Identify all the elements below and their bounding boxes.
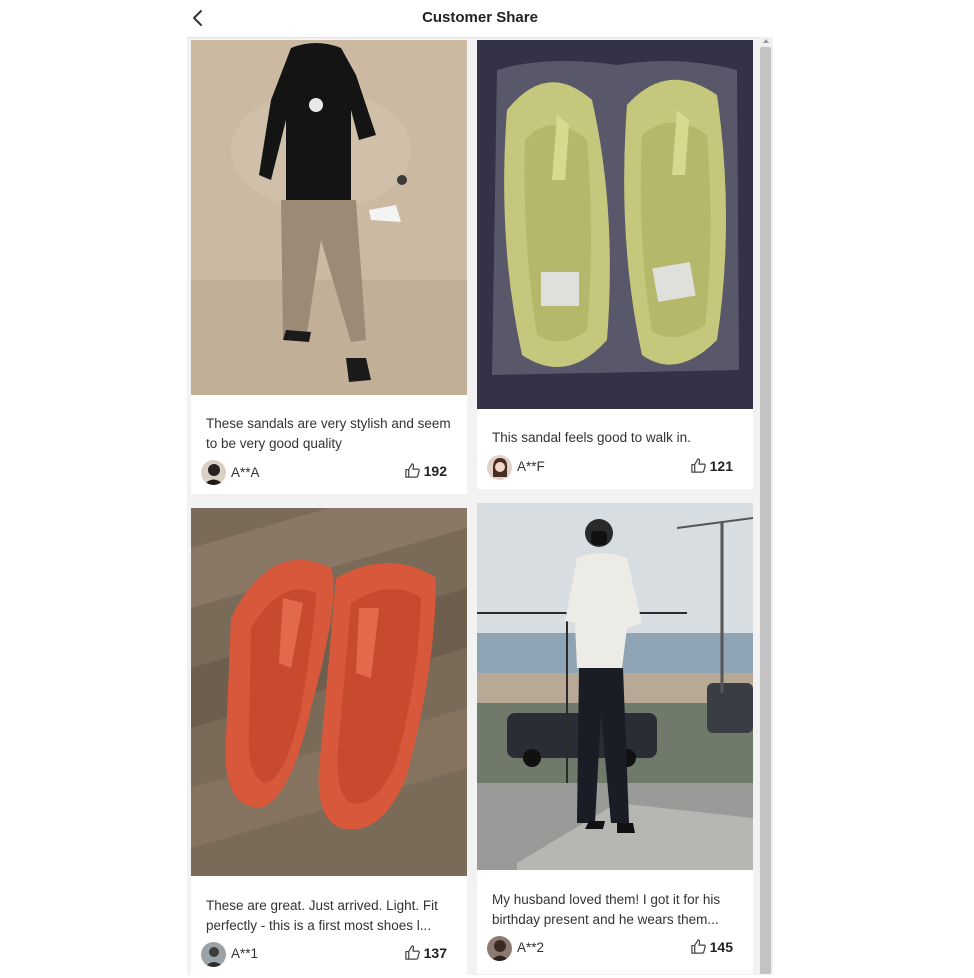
top-bar: Customer Share <box>0 0 974 36</box>
post-username: A**F <box>517 459 545 474</box>
like-count: 121 <box>709 457 733 474</box>
like-button[interactable]: 192 <box>404 462 447 479</box>
thumbs-up-icon <box>690 458 706 473</box>
post-card[interactable]: This sandal feels good to walk in. A**F … <box>477 40 753 489</box>
thumbs-up-icon <box>690 939 706 954</box>
avatar[interactable] <box>487 455 512 480</box>
thumbs-up-icon <box>404 463 420 478</box>
post-photo[interactable] <box>191 508 467 876</box>
post-card[interactable]: These are great. Just arrived. Light. Fi… <box>191 508 467 978</box>
scroll-up-arrow-icon[interactable] <box>761 37 771 45</box>
thumbs-up-icon <box>404 945 420 960</box>
post-caption: My husband loved them! I got it for his … <box>492 892 721 927</box>
like-button[interactable]: 145 <box>690 938 733 955</box>
post-username: A**1 <box>231 946 259 961</box>
post-photo[interactable] <box>191 40 467 395</box>
avatar[interactable] <box>487 936 512 961</box>
avatar[interactable] <box>201 460 226 485</box>
post-username: A**A <box>231 465 260 480</box>
like-button[interactable]: 121 <box>690 457 733 474</box>
post-caption: These sandals are very stylish and seem … <box>206 416 451 451</box>
post-photo[interactable] <box>477 40 753 409</box>
scrollbar-thumb[interactable] <box>760 47 771 974</box>
post-card[interactable]: These sandals are very stylish and seem … <box>191 40 467 494</box>
post-caption: This sandal feels good to walk in. <box>492 430 691 445</box>
page-title: Customer Share <box>422 9 538 26</box>
like-button[interactable]: 137 <box>404 944 447 961</box>
post-card[interactable]: My husband loved them! I got it for his … <box>477 503 753 974</box>
post-photo[interactable] <box>477 503 753 870</box>
post-username: A**2 <box>517 940 545 955</box>
post-caption: These are great. Just arrived. Light. Fi… <box>206 898 438 933</box>
like-count: 137 <box>423 944 447 961</box>
like-count: 145 <box>709 938 733 955</box>
avatar[interactable] <box>201 942 226 967</box>
like-count: 192 <box>423 462 447 479</box>
